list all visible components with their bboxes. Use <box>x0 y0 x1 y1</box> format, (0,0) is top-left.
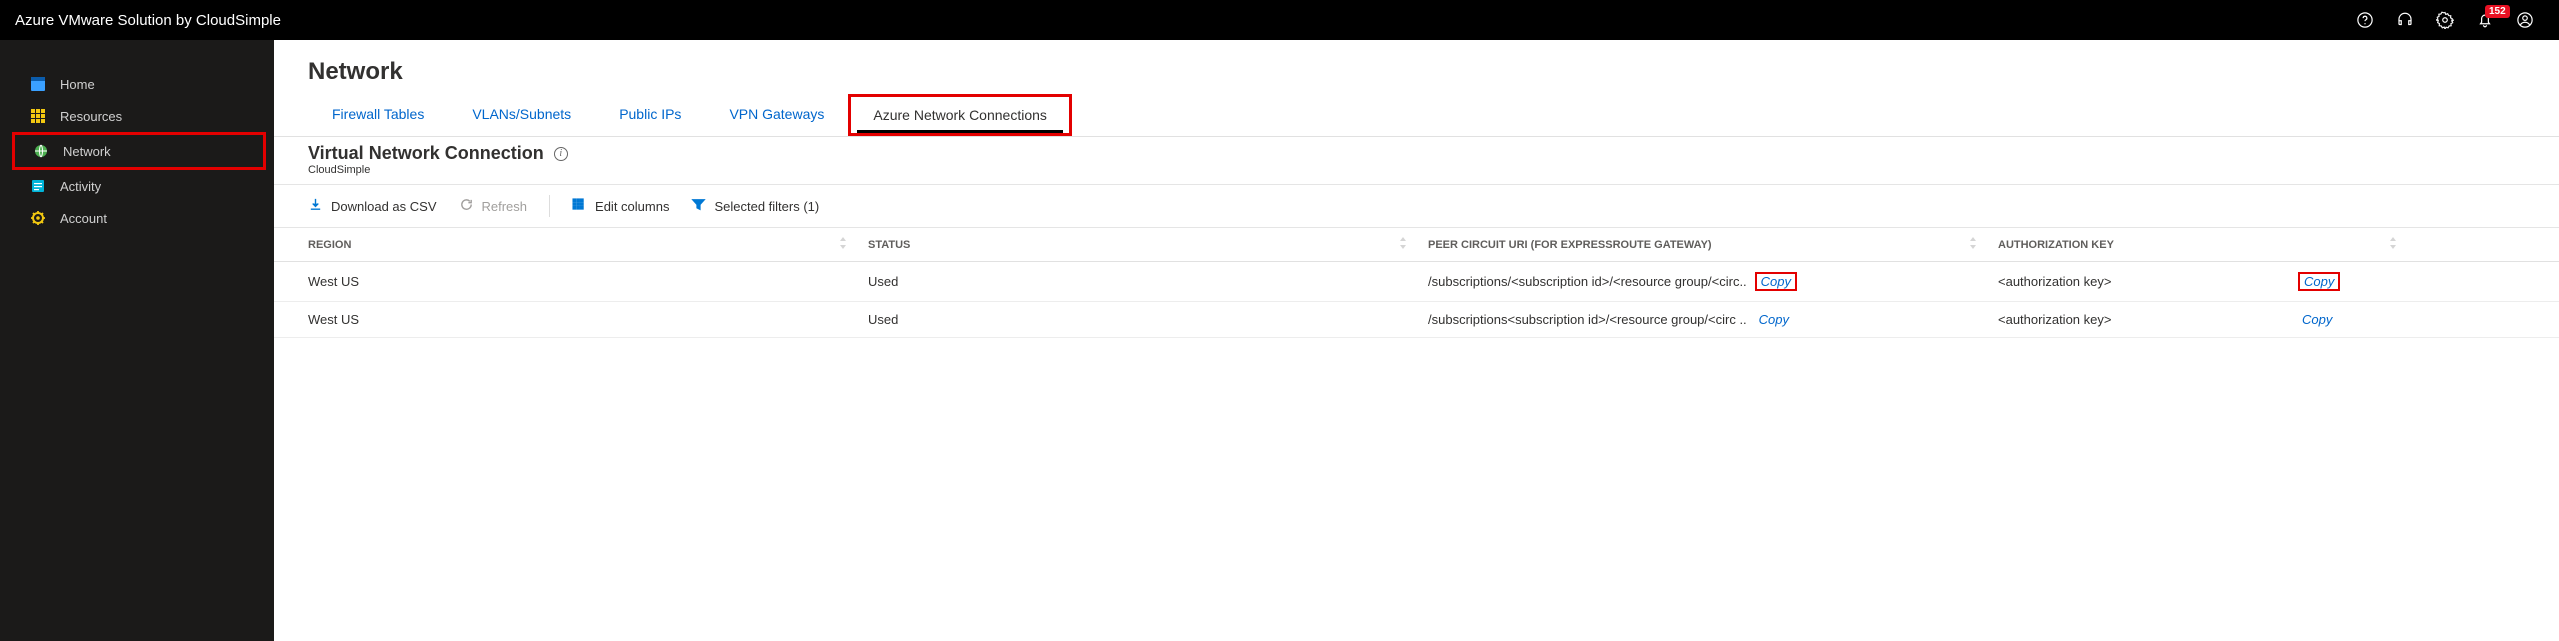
col-auth-header[interactable]: AUTHORIZATION KEY <box>1998 239 2114 251</box>
download-csv-button[interactable]: Download as CSV <box>308 197 437 215</box>
settings-icon[interactable] <box>2436 11 2454 29</box>
sidebar-item-network[interactable]: Network <box>12 132 266 170</box>
tab-vlans-subnets[interactable]: VLANs/Subnets <box>448 94 595 136</box>
cell-auth: <authorization key> <box>1998 312 2298 327</box>
col-status-header[interactable]: STATUS <box>868 239 910 251</box>
sidebar-item-account[interactable]: Account <box>0 202 274 234</box>
cell-uri: /subscriptions/<subscription id>/<resour… <box>1428 272 1998 291</box>
cell-uri: /subscriptions<subscription id>/<resourc… <box>1428 312 1998 327</box>
table-header: REGION STATUS PEER CIRCUIT URI (FOR EXPR… <box>274 228 2559 262</box>
cell-region: West US <box>308 312 868 327</box>
tab-azure-network-connections[interactable]: Azure Network Connections <box>848 94 1072 136</box>
help-icon[interactable] <box>2356 11 2374 29</box>
edit-columns-button[interactable]: Edit columns <box>572 197 669 215</box>
refresh-icon <box>459 197 474 215</box>
sidebar-item-label: Home <box>60 77 95 92</box>
connections-table: REGION STATUS PEER CIRCUIT URI (FOR EXPR… <box>274 228 2559 338</box>
info-icon[interactable]: i <box>554 147 568 161</box>
filters-button[interactable]: Selected filters (1) <box>691 197 819 215</box>
sort-icon[interactable] <box>1398 236 1408 253</box>
cell-status: Used <box>868 312 1428 327</box>
support-icon[interactable] <box>2396 11 2414 29</box>
cell-status: Used <box>868 274 1428 289</box>
app-title: Azure VMware Solution by CloudSimple <box>15 12 281 29</box>
profile-icon[interactable] <box>2516 11 2534 29</box>
grid-icon <box>30 108 46 124</box>
notification-badge: 152 <box>2485 5 2510 18</box>
sort-icon[interactable] <box>2388 236 2398 253</box>
columns-icon <box>572 197 587 215</box>
table-row: West US Used /subscriptions/<subscriptio… <box>274 262 2559 302</box>
copy-uri-link[interactable]: Copy <box>1755 272 1797 291</box>
command-bar: Download as CSV Refresh Edit columns Sel… <box>274 184 2559 228</box>
sort-icon[interactable] <box>1968 236 1978 253</box>
top-bar: Azure VMware Solution by CloudSimple 152 <box>0 0 2559 40</box>
topbar-actions: 152 <box>2356 11 2544 29</box>
sort-icon[interactable] <box>838 236 848 253</box>
cell-auth: <authorization key> <box>1998 274 2298 289</box>
sidebar-item-label: Activity <box>60 179 101 194</box>
copy-uri-link[interactable]: Copy <box>1755 312 1793 327</box>
copy-auth-link[interactable]: Copy <box>2298 272 2340 291</box>
activity-icon <box>30 178 46 194</box>
cell-region: West US <box>308 274 868 289</box>
tab-public-ips[interactable]: Public IPs <box>595 94 705 136</box>
download-icon <box>308 197 323 215</box>
subtitle-row: Virtual Network Connection i <box>274 137 2559 164</box>
page-title: Network <box>274 58 2559 94</box>
table-row: West US Used /subscriptions<subscription… <box>274 302 2559 338</box>
network-icon <box>33 143 49 159</box>
copy-auth-link[interactable]: Copy <box>2298 312 2336 327</box>
filter-icon <box>691 197 706 215</box>
tab-firewall-tables[interactable]: Firewall Tables <box>308 94 448 136</box>
tabs: Firewall Tables VLANs/Subnets Public IPs… <box>274 94 2559 137</box>
sidebar: Home Resources Network Activity Account <box>0 40 274 641</box>
sidebar-item-label: Account <box>60 211 107 226</box>
subtitle: Virtual Network Connection <box>308 143 544 164</box>
refresh-button[interactable]: Refresh <box>459 197 528 215</box>
tab-vpn-gateways[interactable]: VPN Gateways <box>705 94 848 136</box>
sidebar-item-label: Network <box>63 144 111 159</box>
sidebar-item-label: Resources <box>60 109 122 124</box>
sidebar-item-home[interactable]: Home <box>0 68 274 100</box>
tenant-label: CloudSimple <box>274 164 2559 184</box>
sidebar-item-resources[interactable]: Resources <box>0 100 274 132</box>
divider <box>549 195 550 217</box>
sidebar-item-activity[interactable]: Activity <box>0 170 274 202</box>
notifications-icon[interactable]: 152 <box>2476 11 2494 29</box>
col-region-header[interactable]: REGION <box>308 239 351 251</box>
main-content: Network Firewall Tables VLANs/Subnets Pu… <box>274 40 2559 641</box>
gear-icon <box>30 210 46 226</box>
col-uri-header[interactable]: PEER CIRCUIT URI (FOR EXPRESSROUTE GATEW… <box>1428 239 1712 251</box>
dashboard-icon <box>30 76 46 92</box>
